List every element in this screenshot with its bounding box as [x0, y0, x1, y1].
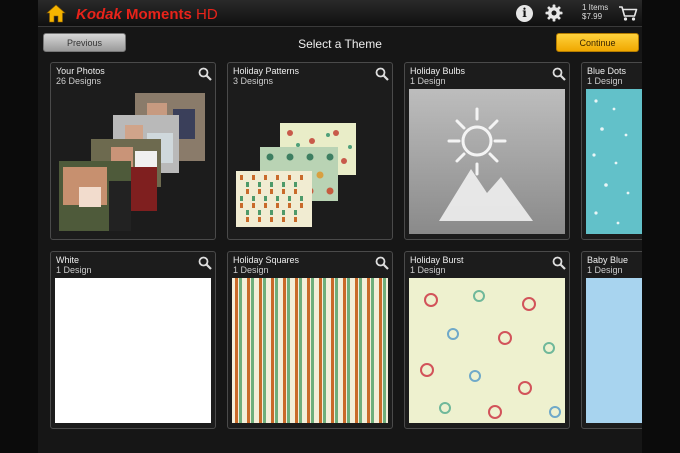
brand-kodak: Kodak — [76, 6, 122, 23]
brand-moments: Moments — [126, 6, 192, 23]
magnifier-icon[interactable] — [198, 256, 212, 270]
magnifier-icon[interactable] — [375, 67, 389, 81]
home-icon[interactable] — [46, 4, 66, 23]
theme-tile-holiday-squares[interactable]: Holiday Squares 1 Design — [227, 251, 393, 429]
gear-icon[interactable] — [545, 4, 563, 22]
theme-name: Holiday Bulbs — [410, 66, 466, 76]
theme-count: 1 Design — [56, 265, 92, 275]
patterns-stack-preview — [236, 123, 356, 227]
theme-count: 1 Design — [410, 265, 446, 275]
cart-summary[interactable]: 1 Items $7.99 — [582, 3, 608, 21]
cart-icon[interactable] — [618, 5, 638, 22]
continue-button[interactable]: Continue — [556, 33, 639, 52]
theme-count: 3 Designs — [233, 76, 274, 86]
theme-tile-your-photos[interactable]: Your Photos 26 Designs — [50, 62, 216, 240]
theme-name: Holiday Squares — [233, 255, 300, 265]
theme-name: Blue Dots — [587, 66, 627, 76]
holiday-squares-preview — [232, 278, 388, 423]
theme-name: Baby Blue — [587, 255, 629, 265]
magnifier-icon[interactable] — [552, 256, 566, 270]
page-title: Select a Theme — [298, 37, 382, 51]
theme-tile-white[interactable]: White 1 Design — [50, 251, 216, 429]
top-bar: Kodak Moments HD i 1 Items $7.99 — [38, 0, 642, 27]
theme-name: Holiday Burst — [410, 255, 464, 265]
brand-hd: HD — [196, 6, 218, 23]
app-logo: Kodak Moments HD — [76, 6, 218, 23]
magnifier-icon[interactable] — [552, 67, 566, 81]
theme-count: 1 Design — [587, 76, 623, 86]
theme-count: 1 Design — [587, 265, 623, 275]
image-placeholder-preview — [409, 89, 565, 234]
magnifier-icon[interactable] — [198, 67, 212, 81]
baby-blue-preview — [586, 278, 642, 423]
theme-count: 26 Designs — [56, 76, 102, 86]
cart-price: $7.99 — [582, 12, 603, 21]
theme-tile-holiday-burst[interactable]: Holiday Burst 1 Design — [404, 251, 570, 429]
cart-item-count: 1 Items — [582, 3, 609, 12]
theme-count: 1 Design — [410, 76, 446, 86]
nav-bar: Previous Select a Theme Continue — [38, 28, 642, 58]
info-icon[interactable]: i — [516, 5, 533, 22]
blue-dots-preview — [586, 89, 642, 234]
theme-name: Your Photos — [56, 66, 105, 76]
photo-stack-preview — [59, 93, 205, 231]
app-frame: Kodak Moments HD i 1 Items $7.99 Previou… — [38, 0, 642, 453]
holiday-burst-preview — [409, 278, 565, 423]
image-placeholder-icon — [439, 107, 533, 221]
theme-tile-holiday-patterns[interactable]: Holiday Patterns 3 Designs — [227, 62, 393, 240]
magnifier-icon[interactable] — [375, 256, 389, 270]
theme-tile-holiday-bulbs[interactable]: Holiday Bulbs 1 Design — [404, 62, 570, 240]
theme-tile-baby-blue[interactable]: Baby Blue 1 Design — [581, 251, 642, 429]
theme-name: Holiday Patterns — [233, 66, 300, 76]
theme-count: 1 Design — [233, 265, 269, 275]
white-preview — [55, 278, 211, 423]
theme-name: White — [56, 255, 80, 265]
theme-tile-blue-dots[interactable]: Blue Dots 1 Design — [581, 62, 642, 240]
